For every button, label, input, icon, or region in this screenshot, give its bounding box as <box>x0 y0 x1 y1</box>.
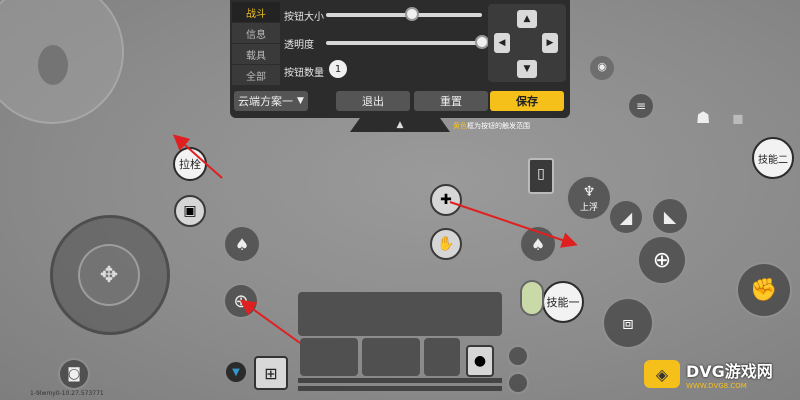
game-hud-editor: 战斗 信息 载具 全部 按钮大小 透明度 按钮数量 1 ▲ ◀ ▶ ▼ 云端方案… <box>0 0 800 400</box>
guide-arrow-3 <box>449 201 578 248</box>
guide-arrow-2 <box>239 299 301 344</box>
guide-arrows <box>173 134 578 344</box>
guide-arrow-1 <box>173 134 223 179</box>
